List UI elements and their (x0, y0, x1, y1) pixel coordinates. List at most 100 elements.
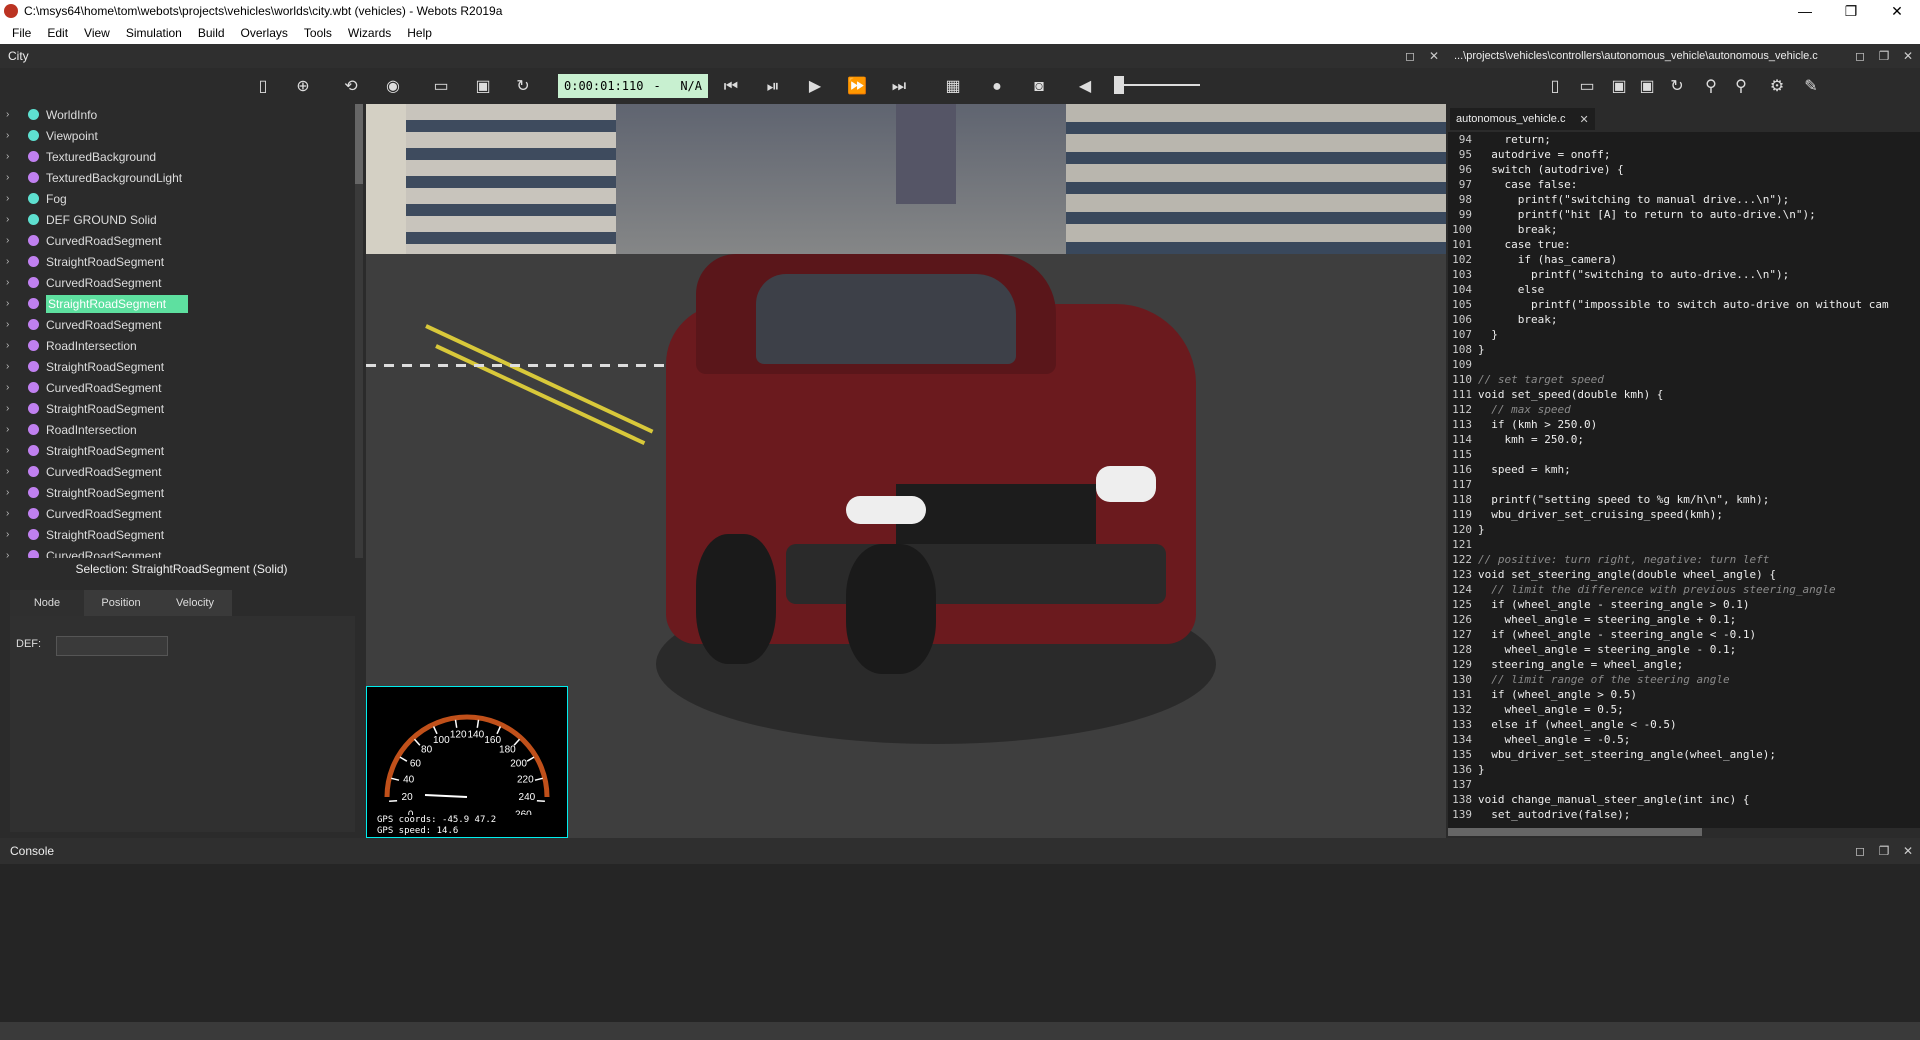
code-editor[interactable]: 94 return; 95 autodrive = onoff; 96 switch… (1448, 132, 1920, 828)
replace-icon[interactable]: ⚲ (1730, 76, 1752, 98)
scene-tree-item[interactable]: › RoadIntersection (0, 335, 355, 356)
scene-tree-item[interactable]: › StraightRoadSegment (0, 356, 355, 377)
mute-icon[interactable]: ◀ (1074, 76, 1096, 98)
scene-tree-item[interactable]: › StraightRoadSegment (0, 482, 355, 503)
reset-view-icon[interactable]: ⟲ (340, 76, 362, 98)
expand-arrow-icon[interactable]: › (6, 382, 20, 393)
record-animation-icon[interactable]: ● (986, 76, 1008, 98)
build-settings-gear-icon[interactable]: ⚙ (1766, 76, 1788, 98)
play-icon[interactable]: ▶ (804, 76, 826, 98)
menu-build[interactable]: Build (190, 26, 233, 40)
record-movie-icon[interactable]: ▦ (942, 76, 964, 98)
add-node-icon[interactable]: ⊕ (292, 76, 314, 98)
menu-file[interactable]: File (4, 26, 39, 40)
tab-node[interactable]: Node (10, 590, 84, 616)
tab-velocity[interactable]: Velocity (158, 590, 232, 616)
eye-icon[interactable]: ◉ (382, 76, 404, 98)
volume-slider-handle[interactable] (1114, 76, 1124, 94)
open-file-icon[interactable]: ▭ (1576, 76, 1598, 98)
expand-arrow-icon[interactable]: › (6, 256, 20, 267)
console-output[interactable] (0, 864, 1920, 1022)
save-file-icon[interactable]: ▣ (1608, 76, 1630, 98)
scene-tree-item[interactable]: › CurvedRoadSegment (0, 314, 355, 335)
close-panel-button[interactable]: ✕ (1896, 49, 1920, 63)
expand-arrow-icon[interactable]: › (6, 319, 20, 330)
expand-arrow-icon[interactable]: › (6, 298, 20, 309)
reset-simulation-icon[interactable]: ⏮ (720, 76, 742, 98)
scene-tree-item[interactable]: › CurvedRoadSegment (0, 503, 355, 524)
save-as-icon[interactable]: ▣ (1636, 76, 1658, 98)
volume-slider-track[interactable] (1116, 84, 1200, 86)
menu-view[interactable]: View (76, 26, 118, 40)
expand-arrow-icon[interactable]: › (6, 466, 20, 477)
float-panel-button[interactable]: ◻ (1398, 49, 1422, 63)
expand-arrow-icon[interactable]: › (6, 340, 20, 351)
scene-tree-item[interactable]: › DEF GROUND Solid (0, 209, 355, 230)
scene-tree-item[interactable]: › StraightRoadSegment (0, 293, 355, 314)
expand-arrow-icon[interactable]: › (6, 361, 20, 372)
menu-simulation[interactable]: Simulation (118, 26, 190, 40)
panel-toggle-icon[interactable]: ▯ (252, 76, 274, 98)
maximize-button[interactable]: ❐ (1828, 3, 1874, 20)
expand-arrow-icon[interactable]: › (6, 424, 20, 435)
scrollbar-thumb[interactable] (355, 104, 363, 184)
expand-arrow-icon[interactable]: › (6, 109, 20, 120)
float-panel-button[interactable]: ◻ (1848, 49, 1872, 63)
scene-tree-item[interactable]: › StraightRoadSegment (0, 398, 355, 419)
open-world-icon[interactable]: ▭ (430, 76, 452, 98)
expand-arrow-icon[interactable]: › (6, 529, 20, 540)
menu-tools[interactable]: Tools (296, 26, 340, 40)
new-file-icon[interactable]: ▯ (1544, 76, 1566, 98)
speedometer-overlay[interactable]: 0 20 40 60 80 100 120 140 160 180 200 220 240 260 GPS… (366, 686, 568, 838)
revert-icon[interactable]: ↻ (1666, 76, 1688, 98)
scene-tree-item[interactable]: › StraightRoadSegment (0, 524, 355, 545)
close-panel-button[interactable]: ✕ (1896, 844, 1920, 858)
expand-arrow-icon[interactable]: › (6, 277, 20, 288)
menu-overlays[interactable]: Overlays (233, 26, 296, 40)
expand-arrow-icon[interactable]: › (6, 445, 20, 456)
scene-tree-item[interactable]: › CurvedRoadSegment (0, 230, 355, 251)
fast-icon[interactable]: ⏩ (846, 76, 868, 98)
scene-tree-item[interactable]: › TexturedBackgroundLight (0, 167, 355, 188)
float-panel-button[interactable]: ◻ (1848, 844, 1872, 858)
expand-arrow-icon[interactable]: › (6, 508, 20, 519)
expand-arrow-icon[interactable]: › (6, 550, 20, 558)
def-input[interactable] (56, 636, 168, 656)
minimize-button[interactable]: — (1782, 3, 1828, 19)
menu-wizards[interactable]: Wizards (340, 26, 399, 40)
scene-tree-item[interactable]: › WorldInfo (0, 104, 355, 125)
expand-arrow-icon[interactable]: › (6, 403, 20, 414)
scrollbar-thumb[interactable] (1448, 828, 1702, 836)
expand-arrow-icon[interactable]: › (6, 235, 20, 246)
expand-arrow-icon[interactable]: › (6, 172, 20, 183)
find-icon[interactable]: ⚲ (1700, 76, 1722, 98)
scene-tree-item[interactable]: › CurvedRoadSegment (0, 461, 355, 482)
scene-tree-item[interactable]: › CurvedRoadSegment (0, 377, 355, 398)
scene-tree-item[interactable]: › StraightRoadSegment (0, 440, 355, 461)
tab-position[interactable]: Position (84, 590, 158, 616)
scene-tree-scrollbar[interactable] (355, 104, 363, 558)
scene-tree-item[interactable]: › CurvedRoadSegment (0, 272, 355, 293)
close-tab-icon[interactable]: ✕ (1579, 113, 1588, 126)
scene-tree-item[interactable]: › RoadIntersection (0, 419, 355, 440)
menu-edit[interactable]: Edit (39, 26, 76, 40)
fastest-icon[interactable]: ⏭ (888, 76, 910, 98)
editor-tab[interactable]: autonomous_vehicle.c ✕ (1450, 108, 1595, 130)
scene-tree-item[interactable]: › Fog (0, 188, 355, 209)
scene-tree-item[interactable]: › CurvedRoadSegment (0, 545, 355, 558)
scene-tree-item[interactable]: › Viewpoint (0, 125, 355, 146)
expand-arrow-icon[interactable]: › (6, 193, 20, 204)
close-panel-button[interactable]: ✕ (1422, 49, 1446, 63)
close-window-button[interactable]: ✕ (1874, 3, 1920, 20)
reload-world-icon[interactable]: ↻ (512, 76, 534, 98)
expand-arrow-icon[interactable]: › (6, 487, 20, 498)
code-horizontal-scrollbar[interactable] (1448, 828, 1920, 836)
maximize-panel-button[interactable]: ❐ (1872, 49, 1896, 63)
save-world-icon[interactable]: ▣ (472, 76, 494, 98)
maximize-panel-button[interactable]: ❐ (1872, 844, 1896, 858)
expand-arrow-icon[interactable]: › (6, 151, 20, 162)
expand-arrow-icon[interactable]: › (6, 130, 20, 141)
menu-help[interactable]: Help (399, 26, 440, 40)
scene-tree-item[interactable]: › TexturedBackground (0, 146, 355, 167)
scene-tree-item[interactable]: › StraightRoadSegment (0, 251, 355, 272)
